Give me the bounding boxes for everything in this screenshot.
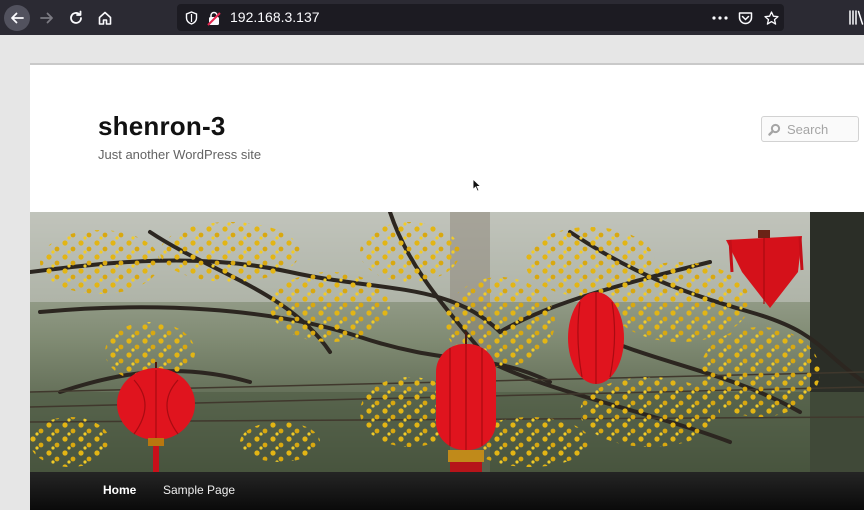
shield-icon[interactable] [183,10,199,26]
search-icon [768,123,781,136]
page-margin [0,35,864,63]
site-title[interactable]: shenron-3 [98,111,225,142]
web-page: shenron-3 Just another WordPress site Se… [30,63,864,510]
nav-item-home[interactable]: Home [103,483,136,497]
search-placeholder: Search [787,122,829,137]
ellipsis-icon[interactable] [712,10,728,26]
page-margin [0,63,30,508]
browser-toolbar: 192.168.3.137 [0,0,864,35]
pocket-icon[interactable] [737,10,753,26]
arrow-left-icon [11,12,24,24]
reload-icon [70,10,82,24]
star-icon[interactable] [763,10,779,26]
header-image [30,212,864,472]
url-text[interactable]: 192.168.3.137 [230,9,320,25]
reload-button[interactable] [63,5,89,31]
site-description: Just another WordPress site [98,147,262,162]
back-button[interactable] [4,5,30,31]
mouse-cursor-icon [472,178,482,192]
home-button[interactable] [92,5,118,31]
main-nav: Home Sample Page [30,472,864,510]
library-icon[interactable] [848,9,864,26]
nav-item-sample-page[interactable]: Sample Page [163,483,235,497]
insecure-lock-icon[interactable] [206,10,222,26]
arrow-right-icon [40,12,53,24]
home-icon [98,11,112,25]
search-input[interactable]: Search [761,116,859,142]
lantern [568,292,624,384]
forward-button[interactable] [34,5,60,31]
url-bar[interactable]: 192.168.3.137 [177,4,784,31]
